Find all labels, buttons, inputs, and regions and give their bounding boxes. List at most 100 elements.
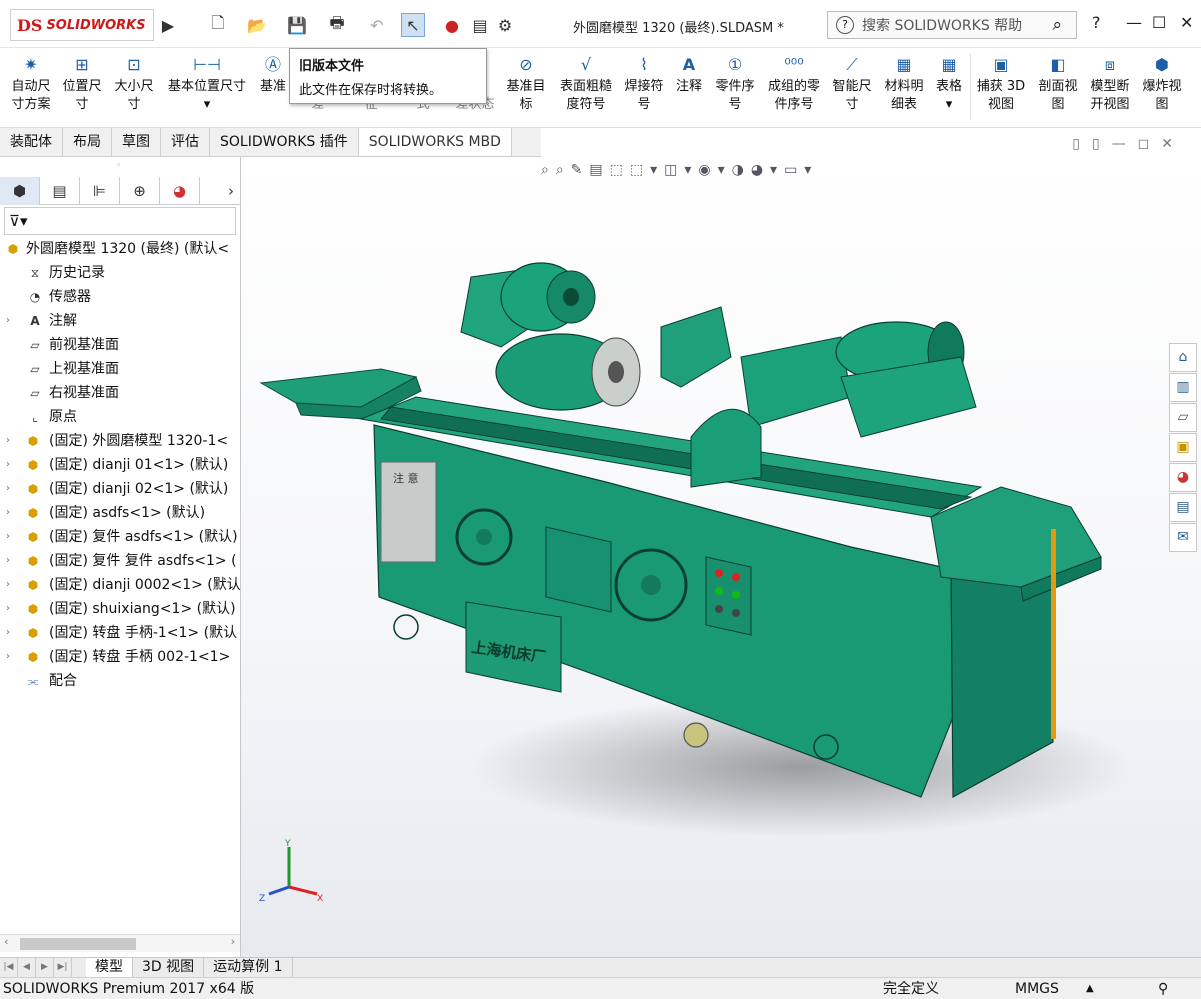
tree-item[interactable]: › ⬢ (固定) 复件 asdfs<1> (默认) [0, 525, 241, 549]
scroll-left-icon[interactable]: ‹ [4, 935, 8, 948]
expand-arrow-icon[interactable]: › [6, 645, 10, 669]
expand-arrow-icon[interactable]: › [6, 597, 10, 621]
forum-icon[interactable]: ✉ [1169, 523, 1197, 552]
cmd-size-dimension[interactable]: ⊡ 大小尺寸 [110, 56, 158, 114]
feature-manager-tab-icon[interactable]: ⬢ [0, 177, 40, 205]
cmd-bom[interactable]: ▦ 材料明 细表 [879, 56, 929, 114]
open-file-icon[interactable]: 📂 [244, 13, 270, 37]
expand-arrow-icon[interactable]: › [6, 525, 10, 549]
cmd-weld-symbol[interactable]: ⌇ 焊接符号 [621, 56, 667, 114]
custom-properties-icon[interactable]: ▤ [1169, 493, 1197, 522]
cmd-table[interactable]: ▦ 表格 ▾ [933, 56, 965, 114]
cmd-capture-3d-view[interactable]: ▣ 捕获 3D 视图 [974, 56, 1028, 114]
tree-item[interactable]: ⧖ 历史记录 [0, 261, 241, 285]
tree-item[interactable]: › ⬢ (固定) dianji 01<1> (默认) [0, 453, 241, 477]
quick-tips-icon[interactable]: ⚲ [1158, 978, 1168, 999]
expand-arrow-icon[interactable]: › [6, 621, 10, 645]
panel-tabs-more-icon[interactable]: › [200, 177, 240, 205]
panel-grip-icon[interactable]: ◦ [116, 161, 121, 171]
cmd-balloon[interactable]: ① 零件序号 [711, 56, 759, 114]
minimize-button[interactable]: — [1126, 13, 1142, 32]
scrollbar-thumb[interactable] [20, 938, 136, 950]
tab-model[interactable]: 模型 [86, 958, 133, 978]
tab-motion-study[interactable]: 运动算例 1 [204, 958, 293, 978]
expand-arrow-icon[interactable]: › [6, 501, 10, 525]
cmd-stacked-balloon[interactable]: ⁰⁰⁰ 成组的零 件序号 [763, 56, 825, 114]
property-manager-tab-icon[interactable]: ▤ [40, 177, 80, 205]
options-gear-icon[interactable]: ⚙ [494, 13, 516, 37]
units-dropdown-icon[interactable]: ▲ [1086, 978, 1094, 999]
first-tab-icon[interactable]: |◀ [0, 958, 18, 977]
design-library-icon[interactable]: ▥ [1169, 373, 1197, 402]
search-icon[interactable]: ⌕ [1052, 15, 1062, 35]
close-button[interactable]: ✕ [1180, 13, 1193, 32]
tab-mbd[interactable]: SOLIDWORKS MBD [358, 128, 512, 156]
new-document-icon[interactable]: 🗋 [205, 13, 231, 37]
last-tab-icon[interactable]: ▶| [54, 958, 72, 977]
next-tab-icon[interactable]: ▶ [36, 958, 54, 977]
expand-arrow-icon[interactable]: › [6, 453, 10, 477]
tree-item[interactable]: › ⬢ (固定) 外圆磨模型 1320-1< [0, 429, 241, 453]
tree-item[interactable]: › ⬢ (固定) 复件 复件 asdfs<1> ( [0, 549, 241, 573]
tree-item[interactable]: ▱ 右视基准面 [0, 381, 241, 405]
maximize-button[interactable]: ☐ [1152, 13, 1166, 32]
expand-menu-icon[interactable]: ▶ [160, 13, 176, 37]
graphics-area[interactable]: ⌕⌕✎▤⬚⬚▾◫▾◉▾◑◕▾▭▾ ⌂ ▥ ▱ ▣ ◕ ▤ ✉ 注 意 上海机床厂… [241, 157, 1201, 957]
grinder-model[interactable]: 注 意 上海机床厂 Y X Z [241, 157, 1201, 957]
save-icon[interactable]: 💾 [284, 13, 310, 37]
cmd-smart-dimension[interactable]: ⟋ 智能尺寸 [829, 56, 875, 114]
cmd-location-dimension[interactable]: ⊞ 位置尺寸 [58, 56, 106, 114]
file-explorer-icon[interactable]: ▱ [1169, 403, 1197, 432]
tab-sketch[interactable]: 草图 [112, 128, 161, 156]
configuration-manager-tab-icon[interactable]: ⊫ [80, 177, 120, 205]
tree-item[interactable]: › ⬢ (固定) 转盘 手柄 002-1<1> [0, 645, 241, 669]
display-manager-tab-icon[interactable]: ◕ [160, 177, 200, 205]
tab-addins[interactable]: SOLIDWORKS 插件 [210, 128, 359, 156]
tree-item[interactable]: ◔ 传感器 [0, 285, 241, 309]
expand-arrow-icon[interactable]: › [6, 429, 10, 453]
unit-system-button[interactable]: MMGS [1015, 978, 1059, 999]
tab-assembly[interactable]: 装配体 [0, 128, 63, 156]
help-search-box[interactable]: ? 搜索 SOLIDWORKS 帮助 ⌕ [827, 11, 1077, 39]
tree-item[interactable]: › ⬢ (固定) 转盘 手柄-1<1> (默认 [0, 621, 241, 645]
stop-button[interactable] [715, 569, 723, 577]
cmd-datum[interactable]: Ⓐ 基准 [254, 56, 292, 96]
print-icon[interactable]: 🖶 [324, 13, 350, 37]
tree-item[interactable]: ⬢ 外圆磨模型 1320 (最终) (默认< [0, 237, 241, 261]
cmd-note[interactable]: A 注释 [671, 56, 707, 96]
dimxpert-manager-tab-icon[interactable]: ⊕ [120, 177, 160, 205]
cmd-explode-view[interactable]: ⬢ 爆炸视图 [1138, 56, 1186, 114]
tree-item[interactable]: › ⬢ (固定) shuixiang<1> (默认) [0, 597, 241, 621]
expand-arrow-icon[interactable]: › [6, 573, 10, 597]
tab-layout[interactable]: 布局 [63, 128, 112, 156]
expand-arrow-icon[interactable]: › [6, 309, 10, 333]
cmd-auto-dimension[interactable]: ✷ 自动尺 寸方案 [6, 56, 56, 114]
tree-item[interactable]: › ⬢ (固定) dianji 02<1> (默认) [0, 477, 241, 501]
solidworks-logo[interactable]: DS SOLIDWORKS [10, 9, 154, 41]
tab-evaluate[interactable]: 评估 [161, 128, 210, 156]
file-properties-icon[interactable]: ▤ [469, 13, 491, 37]
cmd-section-view[interactable]: ◧ 剖面视图 [1034, 56, 1082, 114]
tree-filter[interactable]: ⊽▾ [4, 207, 236, 235]
cmd-surface-finish[interactable]: √ 表面粗糙 度符号 [555, 56, 617, 114]
search-input[interactable]: 搜索 SOLIDWORKS 帮助 [862, 15, 1022, 35]
tree-item[interactable]: ▱ 上视基准面 [0, 357, 241, 381]
view-palette-icon[interactable]: ▣ [1169, 433, 1197, 462]
start-button[interactable] [715, 587, 723, 595]
tree-item[interactable]: ▱ 前视基准面 [0, 333, 241, 357]
rebuild-icon[interactable]: ● [441, 13, 463, 37]
tree-item[interactable]: › ⬢ (固定) asdfs<1> (默认) [0, 501, 241, 525]
help-button[interactable]: ? [1092, 13, 1101, 32]
scroll-right-icon[interactable]: › [231, 935, 235, 948]
tree-horizontal-scrollbar[interactable]: ‹ › [0, 934, 240, 952]
cmd-model-break-view[interactable]: ⧈ 模型断 开视图 [1086, 56, 1134, 114]
tree-item[interactable]: ⫘ 配合 [0, 669, 241, 693]
tree-item[interactable]: › A 注解 [0, 309, 241, 333]
expand-arrow-icon[interactable]: › [6, 477, 10, 501]
window-controls-small[interactable]: ▯▯—◻✕ [1072, 136, 1185, 152]
expand-arrow-icon[interactable]: › [6, 549, 10, 573]
home-icon[interactable]: ⌂ [1169, 343, 1197, 372]
cmd-datum-target[interactable]: ⊘ 基准目标 [503, 56, 549, 114]
select-pointer-icon[interactable]: ↖ [401, 13, 425, 37]
tab-3d-views[interactable]: 3D 视图 [133, 958, 205, 978]
